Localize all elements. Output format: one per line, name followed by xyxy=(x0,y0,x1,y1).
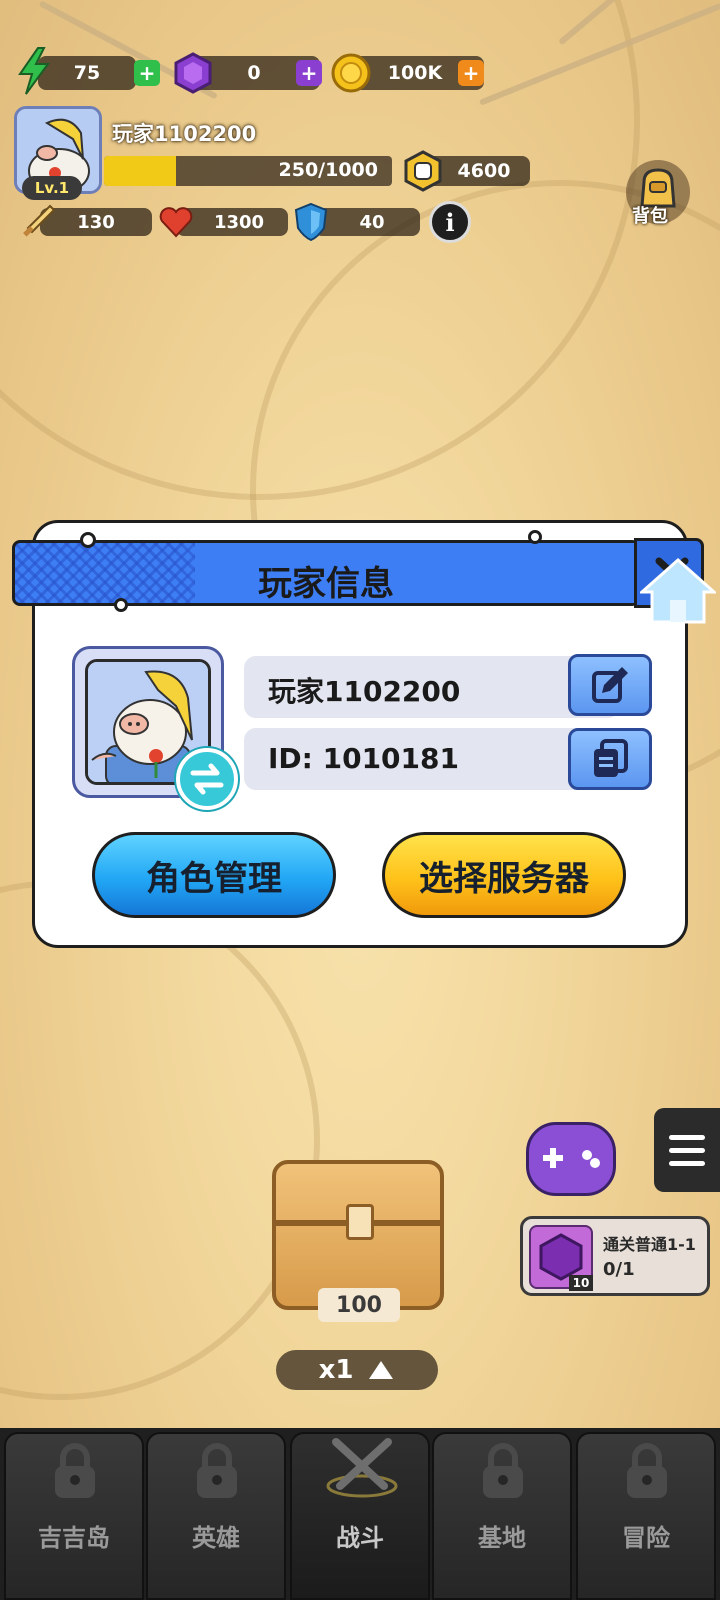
shield-icon xyxy=(292,202,330,242)
xp-progress-bar: 250/1000 xyxy=(104,156,392,186)
add-energy-button[interactable]: + xyxy=(134,60,160,86)
add-gem-button[interactable]: + xyxy=(296,60,322,86)
nav-label: 冒险 xyxy=(622,1524,670,1552)
home-icon[interactable] xyxy=(640,556,716,626)
player-id-value: ID: 1010181 xyxy=(268,742,459,775)
gem-value: 0 xyxy=(247,62,261,84)
speed-value: x1 xyxy=(318,1355,354,1385)
quest-progress: 0/1 xyxy=(603,1259,635,1280)
character-manage-button[interactable]: 角色管理 xyxy=(92,832,336,918)
heart-icon xyxy=(158,204,194,240)
coin-value: 100K xyxy=(387,62,443,84)
select-server-button[interactable]: 选择服务器 xyxy=(382,832,626,918)
nav-tab-battle[interactable]: 战斗 xyxy=(290,1432,430,1600)
nav-label: 基地 xyxy=(478,1524,526,1552)
player-name: 玩家1102200 xyxy=(112,122,257,146)
nav-label: 战斗 xyxy=(336,1524,384,1552)
minigame-button[interactable] xyxy=(526,1122,616,1196)
nav-tab-adventure[interactable]: 冒险 xyxy=(576,1432,716,1600)
nav-label: 吉吉岛 xyxy=(38,1524,110,1552)
nav-label: 英雄 xyxy=(192,1524,240,1552)
quest-title: 通关普通1-1 xyxy=(603,1235,696,1254)
select-server-label: 选择服务器 xyxy=(419,858,589,899)
lock-icon xyxy=(197,1443,237,1498)
player-name-field: 玩家1102200 xyxy=(244,656,620,718)
coin-icon xyxy=(330,52,372,94)
chest-count: 100 xyxy=(318,1288,400,1322)
header-rivet xyxy=(80,532,96,548)
crossed-swords-icon xyxy=(326,1438,398,1498)
swap-icon xyxy=(190,763,224,795)
fist-icon xyxy=(402,150,444,192)
quest-reward-count: 10 xyxy=(569,1275,593,1291)
xp-progress-fill xyxy=(104,156,176,186)
player-level-badge: Lv.1 xyxy=(22,176,82,200)
attack-value-pill: 130 xyxy=(40,208,152,236)
attack-value: 130 xyxy=(77,211,115,233)
menu-icon[interactable] xyxy=(654,1108,720,1192)
player-id-field: ID: 1010181 xyxy=(244,728,620,790)
gem-icon xyxy=(172,52,214,94)
modal-title: 玩家信息 xyxy=(258,564,394,604)
copy-icon xyxy=(594,739,628,777)
nav-tab-base[interactable]: 基地 xyxy=(432,1432,572,1600)
edit-icon xyxy=(592,667,628,703)
copy-id-button[interactable] xyxy=(568,728,652,790)
swap-avatar-button[interactable] xyxy=(176,748,238,810)
add-coin-button[interactable]: + xyxy=(458,60,484,86)
power-value: 4600 xyxy=(457,160,511,182)
arrow-up-icon xyxy=(369,1361,394,1379)
info-icon[interactable]: i xyxy=(429,201,471,243)
bag-label: 背包 xyxy=(632,206,668,227)
edit-name-button[interactable] xyxy=(568,654,652,716)
xp-progress-text: 250/1000 xyxy=(278,159,378,181)
gamepad-icon xyxy=(543,1148,600,1168)
quest-card[interactable]: 10 通关普通1-1 0/1 xyxy=(520,1216,710,1296)
lock-icon xyxy=(627,1443,667,1498)
speed-toggle[interactable]: x1 xyxy=(276,1350,438,1390)
player-name-value: 玩家1102200 xyxy=(268,675,461,708)
nav-tab-jiji-island[interactable]: 吉吉岛 xyxy=(4,1432,144,1600)
sword-icon xyxy=(20,204,56,240)
lock-icon xyxy=(55,1443,95,1498)
nav-tab-heroes[interactable]: 英雄 xyxy=(146,1432,286,1600)
defense-value: 40 xyxy=(359,211,385,233)
energy-value: 75 xyxy=(73,62,101,84)
lightning-icon xyxy=(14,46,54,96)
character-manage-label: 角色管理 xyxy=(146,858,282,899)
header-rivet xyxy=(528,530,542,544)
lock-icon xyxy=(483,1443,523,1498)
hp-value: 1300 xyxy=(213,211,265,233)
